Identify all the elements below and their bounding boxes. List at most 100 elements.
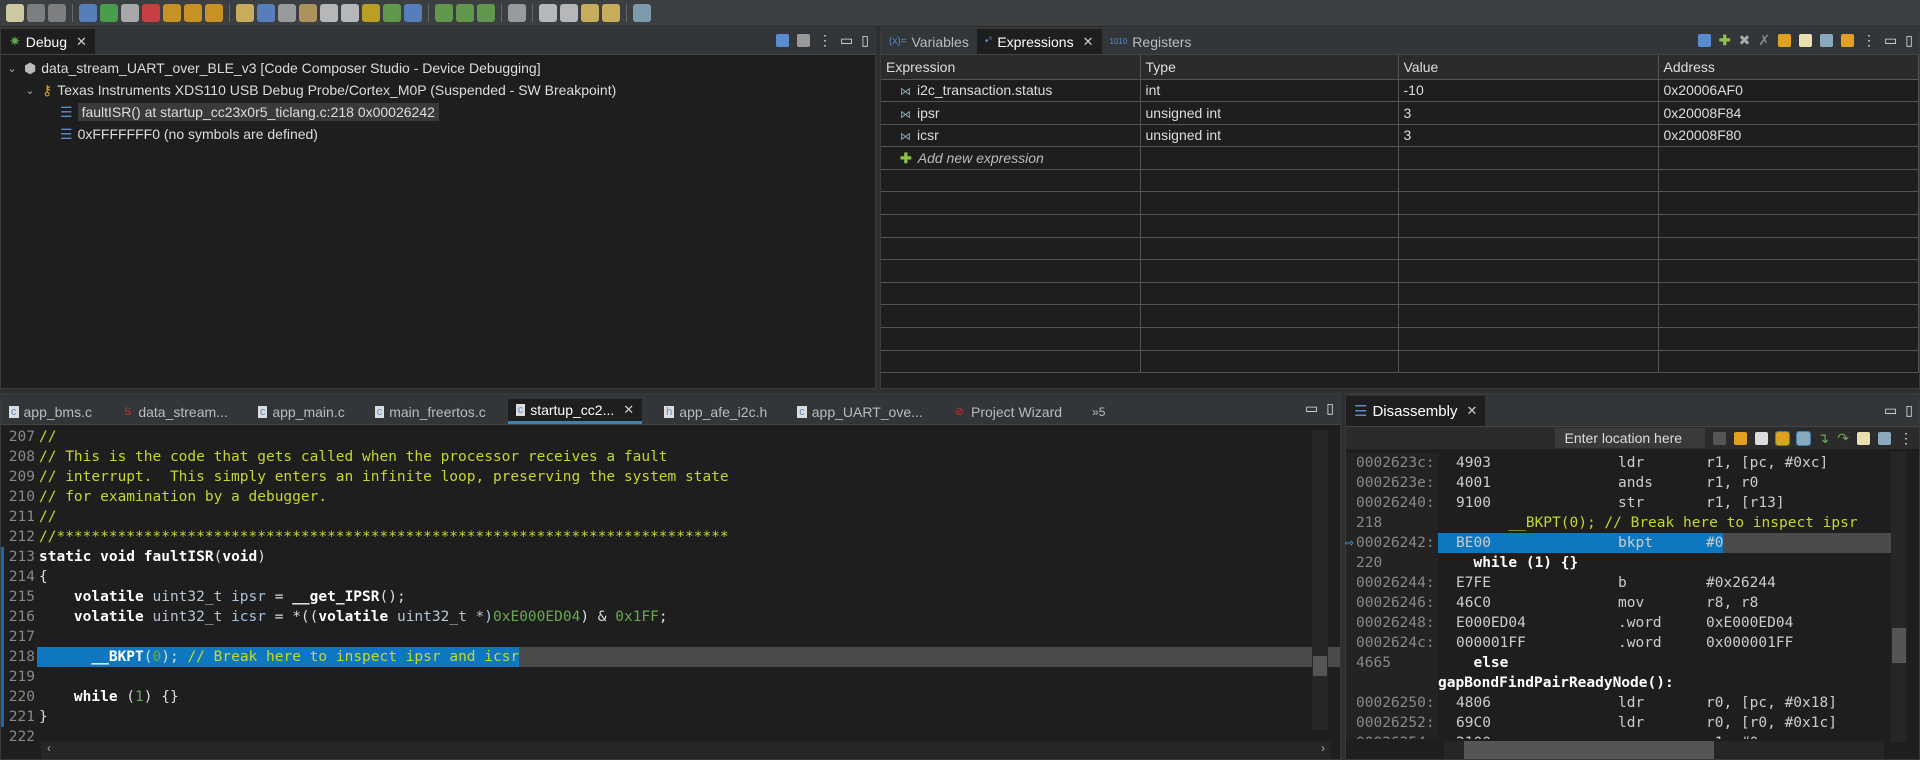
connect-icon[interactable]	[257, 4, 275, 22]
collapse-all-icon[interactable]	[1697, 34, 1711, 47]
disassembly-line[interactable]: 218 __BKPT(0); // Break here to inspect …	[1346, 513, 1891, 533]
build-icon[interactable]	[508, 4, 526, 22]
editor-tab[interactable]: c main_freertos.c	[367, 399, 494, 424]
disassembly-line[interactable]: 0002623e: 4001 ands r1, r0	[1346, 473, 1891, 493]
code-line[interactable]: 207//	[1, 427, 1340, 447]
debug-tree-item[interactable]: ☰ 0xFFFFFFF0 (no symbols are defined)	[1, 123, 875, 145]
code-line[interactable]: 216 volatile uint32_t icsr = *((volatile…	[1, 607, 1340, 627]
expression-cell[interactable]: ⋈ icsr	[881, 124, 1141, 148]
open-perspective-icon[interactable]	[633, 4, 651, 22]
disassembly-line[interactable]: 00026248: E000ED04 .word 0xE000ED04	[1346, 613, 1891, 633]
new-view-icon[interactable]	[1857, 431, 1870, 445]
step-over-icon[interactable]	[184, 4, 202, 22]
column-header[interactable]: Expression	[881, 55, 1141, 80]
tab-debug[interactable]: ✷ Debug ✕	[1, 29, 95, 54]
code-line[interactable]: 220 while (1) {}	[1, 687, 1340, 707]
remove-terminated-icon[interactable]	[797, 34, 811, 47]
suspend-icon[interactable]	[121, 4, 139, 22]
expression-cell[interactable]: ⋈ ipsr	[881, 101, 1141, 125]
step-return-icon[interactable]	[205, 4, 223, 22]
add-expression-row[interactable]: ✚ Add new expression	[881, 146, 1919, 170]
step-into-icon[interactable]	[163, 4, 181, 22]
collapse-all-icon[interactable]	[776, 34, 790, 47]
remove-all-icon[interactable]: ✗	[1758, 32, 1770, 49]
disassembly-listing[interactable]: 0002623c: 4903 ldr r1, [pc, #0xc] 0002623e: 4…	[1345, 449, 1891, 739]
refresh-icon[interactable]	[1778, 34, 1792, 47]
expression-row[interactable]: ⋈ i2c_transaction.status int -10 0x20006AF0	[881, 79, 1919, 103]
search-icon[interactable]	[560, 4, 578, 22]
code-line[interactable]: 211//	[1, 507, 1340, 527]
disassembly-line[interactable]: 00026246: 46C0 mov r8, r8	[1346, 593, 1891, 613]
editor-tab[interactable]: Sdata_stream...	[114, 399, 236, 424]
memory-icon[interactable]	[236, 4, 254, 22]
add-icon[interactable]: ✚	[1719, 32, 1731, 49]
disassembly-line[interactable]: 00026254:2100movsr1, #0	[1346, 733, 1891, 739]
code-line[interactable]: 221}	[1, 707, 1340, 727]
value-cell[interactable]: 3	[1398, 101, 1659, 125]
disassembly-line[interactable]: ⇨ 00026242: BE00 bkpt #0	[1345, 533, 1891, 553]
address-cell[interactable]: 0x20008F80	[1658, 124, 1919, 148]
disconnect-icon[interactable]	[278, 4, 296, 22]
save-all-icon[interactable]	[48, 4, 66, 22]
editor-tab[interactable]: c app_UART_ove...	[789, 399, 931, 424]
disassembly-line[interactable]: gapBondFindPairReadyNode():	[1346, 673, 1891, 693]
code-line[interactable]: 212//***********************************…	[1, 527, 1340, 547]
view-menu-icon[interactable]: ⋮	[1899, 430, 1913, 447]
disassembly-line[interactable]: 0002624c: 000001FF .word 0x000001FF	[1346, 633, 1891, 653]
link-with-debug-icon[interactable]	[1774, 430, 1790, 446]
minimize-icon[interactable]: ▭	[1884, 32, 1897, 49]
pen-icon[interactable]	[581, 4, 599, 22]
maximize-icon[interactable]: ▯	[1905, 32, 1913, 49]
disassembly-vertical-scrollbar[interactable]	[1891, 452, 1907, 742]
show-symbols-icon[interactable]	[1795, 430, 1811, 446]
pin-icon[interactable]	[1820, 34, 1834, 47]
disassembly-line[interactable]: 00026252: 69C0 ldr r0, [r0, #0x1c]	[1346, 713, 1891, 733]
resume-icon[interactable]	[100, 4, 118, 22]
editor-tab[interactable]: c app_main.c	[250, 399, 353, 424]
reset-icon[interactable]	[320, 4, 338, 22]
remove-icon[interactable]: ✖	[1739, 32, 1751, 49]
address-cell[interactable]: 0x20006AF0	[1658, 79, 1919, 103]
debug-icon[interactable]	[435, 4, 453, 22]
maximize-icon[interactable]: ▯	[861, 32, 869, 49]
view-menu-icon[interactable]: ⋮	[818, 32, 832, 49]
column-header[interactable]: Address	[1658, 55, 1919, 80]
console-icon[interactable]	[539, 4, 557, 22]
location-input[interactable]: Enter location here	[1554, 428, 1705, 448]
continuous-refresh-icon[interactable]	[1841, 34, 1855, 47]
disassembly-line[interactable]: 00026240: 9100 str r1, [r13]	[1346, 493, 1891, 513]
pin-icon[interactable]	[1878, 431, 1891, 445]
minimize-icon[interactable]: ▭	[1884, 402, 1897, 419]
code-line[interactable]: 217	[1, 627, 1340, 647]
code-editor[interactable]: 207//208// This is the code that gets ca…	[1, 425, 1340, 745]
code-line[interactable]: 210// for examination by a debugger.	[1, 487, 1340, 507]
tab-disassembly[interactable]: ☰ Disassembly ✕	[1346, 396, 1486, 426]
more-tabs-button[interactable]: »5	[1084, 399, 1113, 424]
editor-tab[interactable]: c startup_cc2... ✕	[507, 399, 643, 424]
editor-vertical-scrollbar[interactable]	[1312, 430, 1328, 730]
debug-tree-item[interactable]: ⌄ ⚷ Texas Instruments XDS110 USB Debug Pro…	[1, 79, 875, 101]
column-header[interactable]: Type	[1140, 55, 1399, 80]
save-icon[interactable]	[27, 4, 45, 22]
new-icon[interactable]	[6, 4, 24, 22]
disassembly-line[interactable]: 00026244: E7FE b #0x26244	[1346, 573, 1891, 593]
editor-tab[interactable]: c app_bms.c	[1, 399, 100, 424]
code-line[interactable]: 215 volatile uint32_t ipsr = __get_IPSR(…	[1, 587, 1340, 607]
asm-step-into-icon[interactable]	[456, 4, 474, 22]
code-line[interactable]: 214{	[1, 567, 1340, 587]
type-cell[interactable]: unsigned int	[1140, 101, 1399, 125]
disassembly-line[interactable]: 220 while (1) {}	[1346, 553, 1891, 573]
disassembly-line[interactable]: 4665 else	[1346, 653, 1891, 673]
code-line[interactable]: 213 static void faultISR(void)	[1, 547, 1340, 567]
chevron-down-icon[interactable]: ⌄	[5, 62, 19, 75]
tab-variables[interactable]: (x)= Variables	[881, 29, 977, 54]
add-expression-cell[interactable]: ✚ Add new expression	[881, 146, 1141, 170]
asm-step-over-icon[interactable]: ↷	[1837, 430, 1849, 447]
minimize-icon[interactable]: ▭	[1305, 400, 1318, 417]
show-source-icon[interactable]	[1733, 431, 1747, 445]
asm-step-over-icon[interactable]	[477, 4, 495, 22]
tab-expressions[interactable]: •° Expressions ✕	[976, 29, 1102, 54]
refresh-icon[interactable]	[383, 4, 401, 22]
next-annotation-icon[interactable]	[602, 4, 620, 22]
maximize-icon[interactable]: ▯	[1905, 402, 1913, 419]
